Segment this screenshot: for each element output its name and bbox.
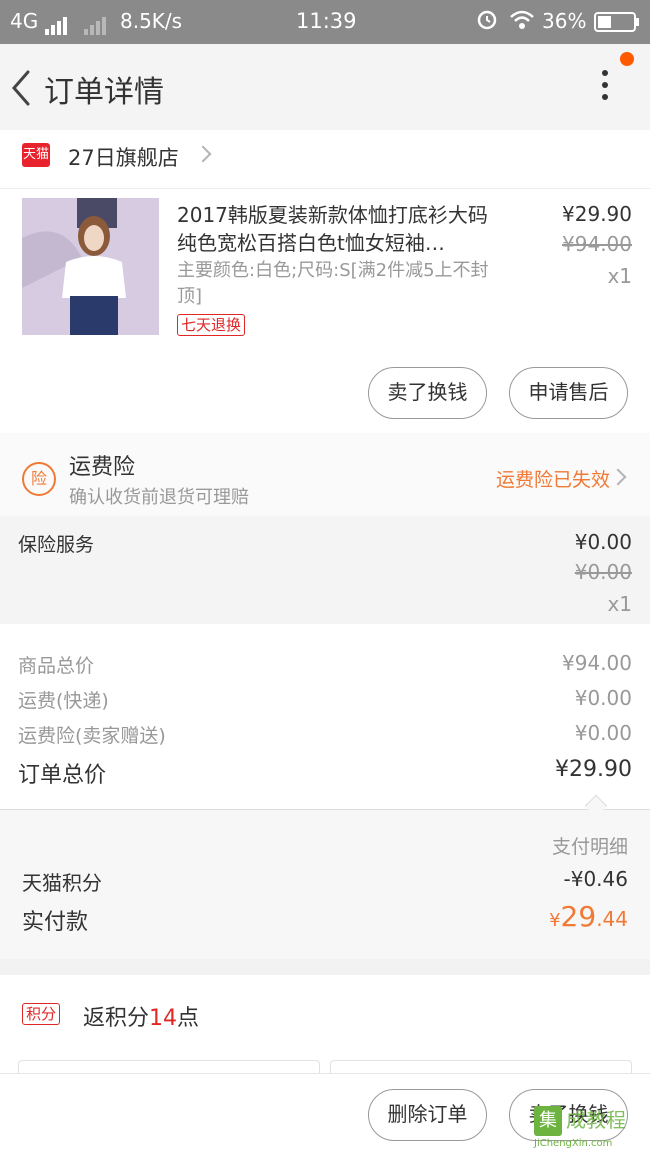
summary-value-insurance: ¥0.00 [574, 721, 632, 745]
paid-amount: ¥29.44 [549, 900, 628, 933]
service-label: 保险服务 [18, 534, 95, 556]
insurance-status[interactable]: 运费险已失效 [496, 465, 610, 492]
return-policy-badge: 七天退换 [177, 314, 246, 336]
summary-value-goods: ¥94.00 [562, 651, 632, 675]
watermark: 集 成教程 JiChengXin.com [534, 1104, 646, 1150]
points-badge: 积分 [22, 1003, 61, 1025]
service-quantity: x1 [607, 592, 632, 616]
tmall-points-label: 天猫积分 [22, 871, 102, 895]
delete-order-button[interactable]: 删除订单 [368, 1089, 487, 1141]
order-total-label: 订单总价 [18, 763, 107, 788]
paid-amount-label: 实付款 [22, 910, 89, 935]
product-price: ¥29.90 [562, 202, 632, 226]
insurance-service-card [0, 516, 650, 624]
summary-label-goods: 商品总价 [18, 655, 95, 677]
tmall-logo-icon: 天猫 [22, 143, 50, 167]
watermark-text: 成教程 [566, 1108, 626, 1132]
recommend-card-left[interactable] [18, 1060, 320, 1074]
signal-icon [44, 11, 69, 35]
alarm-icon [476, 8, 498, 35]
summary-value-shipping: ¥0.00 [574, 686, 632, 710]
more-vertical-icon[interactable] [590, 70, 620, 106]
page-title: 订单详情 [44, 75, 164, 110]
product-original-price: ¥94.00 [562, 232, 632, 256]
clock: 11:39 [296, 9, 357, 33]
divider [0, 188, 650, 189]
product-sku: 主要颜色:白色;尺码:S[满2件减5上不封顶] [177, 260, 489, 307]
paid-currency: ¥ [549, 910, 561, 931]
network-indicator: 4G [10, 9, 69, 35]
order-total-value: ¥29.90 [555, 757, 632, 782]
rewards-points: 14 [149, 1006, 178, 1031]
sell-for-cash-button[interactable]: 卖了换钱 [368, 367, 487, 419]
recommend-card-right[interactable] [330, 1060, 632, 1074]
wifi-icon [509, 9, 535, 36]
product-image[interactable] [22, 198, 159, 335]
paid-integer: 29 [560, 900, 597, 933]
insurance-subtitle: 确认收货前退货可理赔 [69, 487, 249, 508]
network-type: 4G [10, 9, 39, 33]
watermark-logo: 集 [534, 1106, 562, 1136]
notification-dot [620, 52, 634, 66]
status-bar: 4G 8.5K/s 11:39 36% [0, 0, 650, 44]
summary-label-insurance: 运费险(卖家赠送) [18, 725, 166, 747]
tmall-points-value: -¥0.46 [563, 867, 628, 891]
paid-decimal: .44 [596, 907, 628, 931]
watermark-url: JiChengXin.com [534, 1138, 613, 1149]
insurance-icon: 险 [22, 462, 56, 496]
rewards-prefix: 返积分 [83, 1006, 150, 1031]
signal-2-icon [84, 9, 108, 35]
shop-name[interactable]: 27日旗舰店 [68, 142, 179, 172]
back-arrow-icon[interactable] [8, 68, 44, 108]
rewards-suffix: 点 [177, 1006, 200, 1031]
service-original-price: ¥0.00 [574, 560, 632, 584]
summary-label-shipping: 运费(快递) [18, 690, 109, 712]
battery-percent: 36% [542, 9, 587, 33]
apply-after-sales-button[interactable]: 申请售后 [509, 367, 628, 419]
product-quantity: x1 [607, 264, 632, 288]
insurance-title: 运费险 [69, 455, 136, 480]
rewards-text: 返积分14点 [83, 1000, 199, 1032]
service-price: ¥0.00 [574, 530, 632, 554]
payment-detail-label: 支付明细 [551, 836, 628, 858]
network-speed: 8.5K/s [120, 9, 183, 33]
nav-bar: 订单详情 [0, 44, 650, 130]
battery-icon [594, 12, 640, 37]
product-title[interactable]: 2017韩版夏装新款体恤打底衫大码纯色宽松百搭白色t恤女短袖… [177, 201, 497, 257]
